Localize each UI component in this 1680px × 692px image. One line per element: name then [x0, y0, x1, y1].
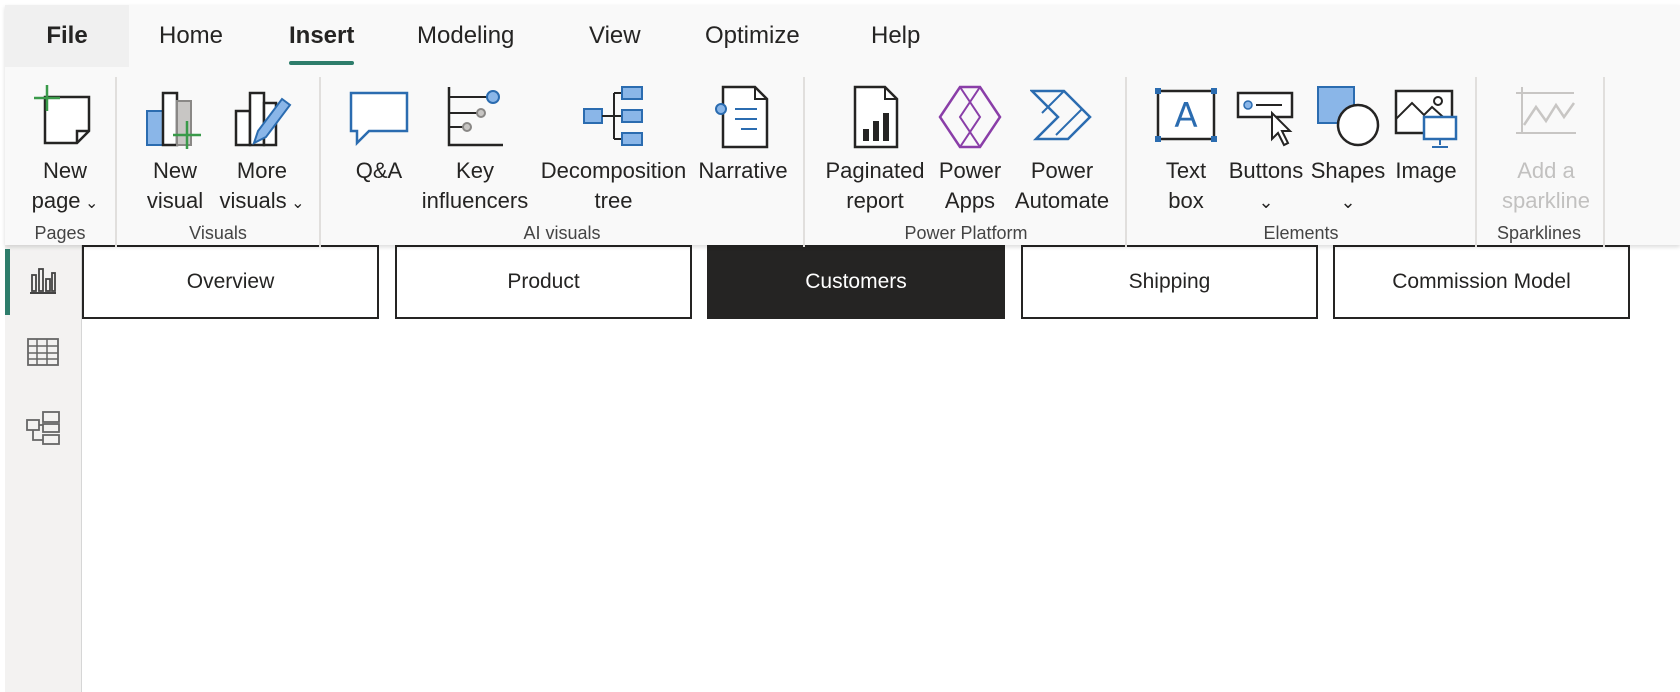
- chevron-down-icon: ⌄: [1258, 192, 1274, 212]
- view-rail: [5, 245, 82, 692]
- page-tab-shipping[interactable]: Shipping: [1021, 245, 1318, 319]
- tab-file[interactable]: File: [5, 5, 129, 67]
- new-visual-label-2: visual: [146, 188, 204, 213]
- power-automate-label-1: Power: [1030, 158, 1094, 183]
- shapes-button[interactable]: Shapes ⌄: [1308, 81, 1388, 221]
- new-page-label-1: New: [42, 158, 87, 183]
- decomposition-tree-label-2: tree: [594, 188, 633, 213]
- image-label: Image: [1395, 158, 1457, 183]
- report-view-button[interactable]: [5, 245, 81, 315]
- text-box-button[interactable]: A Text box: [1146, 81, 1226, 221]
- more-visuals-button[interactable]: More visuals ⌄: [212, 81, 312, 221]
- tab-modeling[interactable]: Modeling: [417, 5, 514, 67]
- group-label-visuals: Visuals: [189, 223, 247, 243]
- image-icon: [1394, 89, 1458, 148]
- add-sparkline-label-1: Add a: [1517, 158, 1575, 183]
- power-automate-button[interactable]: Power Automate: [1010, 81, 1114, 221]
- page-tab-customers[interactable]: Customers: [707, 245, 1005, 319]
- page-tab-commission-model[interactable]: Commission Model: [1333, 245, 1630, 319]
- group-label-elements: Elements: [1263, 223, 1339, 243]
- group-divider: [115, 77, 117, 247]
- power-apps-label-1: Power: [938, 158, 1002, 183]
- decomposition-tree-label-1: Decomposition: [540, 158, 687, 183]
- qa-label: Q&A: [355, 158, 403, 183]
- group-label-pages: Pages: [34, 223, 86, 243]
- paginated-report-label-1: Paginated: [825, 158, 925, 183]
- key-influencers-icon: [447, 87, 503, 147]
- decomposition-tree-button[interactable]: Decomposition tree: [535, 81, 692, 221]
- text-box-label-1: Text: [1165, 158, 1207, 183]
- new-page-button[interactable]: New page ⌄: [15, 81, 115, 221]
- shapes-icon: [1317, 86, 1380, 147]
- group-divider: [803, 77, 805, 247]
- decomposition-tree-icon: [582, 86, 643, 146]
- tab-home[interactable]: Home: [159, 5, 223, 67]
- chevron-down-icon: ⌄: [1340, 192, 1356, 212]
- page-tab-overview[interactable]: Overview: [82, 245, 379, 319]
- power-apps-label-2: Apps: [944, 188, 996, 213]
- new-page-icon: [34, 85, 91, 145]
- power-automate-icon: [1030, 89, 1092, 141]
- chevron-down-icon: ⌄: [286, 195, 305, 212]
- key-influencers-button[interactable]: Key influencers: [415, 81, 535, 221]
- buttons-button[interactable]: Buttons ⌄: [1225, 81, 1307, 221]
- power-apps-icon: [938, 85, 1002, 149]
- qa-button[interactable]: Q&A: [339, 81, 419, 221]
- more-visuals-label-2: visuals: [219, 188, 287, 213]
- narrative-icon: [715, 85, 769, 149]
- shapes-label: Shapes: [1310, 158, 1386, 183]
- add-sparkline-button[interactable]: Add a sparkline: [1491, 81, 1601, 221]
- group-divider: [319, 77, 321, 247]
- ribbon-tab-bar: File Home Insert Modeling View Optimize …: [5, 5, 1680, 67]
- new-visual-label-1: New: [152, 158, 197, 183]
- paginated-report-label-2: report: [846, 188, 904, 213]
- group-label-sparklines: Sparklines: [1496, 223, 1582, 243]
- table-icon: [27, 338, 59, 366]
- group-label-power-platform: Power Platform: [904, 223, 1028, 243]
- tab-optimize[interactable]: Optimize: [705, 5, 800, 67]
- data-view-button[interactable]: [5, 317, 81, 387]
- add-sparkline-label-2: sparkline: [1501, 188, 1591, 213]
- ribbon: File Home Insert Modeling View Optimize …: [5, 5, 1680, 247]
- group-divider: [1125, 77, 1127, 247]
- tab-help[interactable]: Help: [871, 5, 920, 67]
- group-label-ai-visuals: AI visuals: [523, 223, 601, 243]
- image-button[interactable]: Image: [1386, 81, 1466, 221]
- paginated-report-icon: [853, 85, 899, 149]
- buttons-icon: [1236, 91, 1294, 147]
- more-visuals-icon: [234, 91, 292, 147]
- buttons-label: Buttons: [1228, 158, 1304, 183]
- page-tab-product[interactable]: Product: [395, 245, 692, 319]
- narrative-button[interactable]: Narrative: [693, 81, 793, 221]
- new-visual-icon: [146, 91, 201, 149]
- tab-insert[interactable]: Insert: [289, 5, 355, 67]
- text-box-label-2: box: [1168, 188, 1204, 213]
- chevron-down-icon: ⌄: [80, 195, 99, 212]
- svg-text:A: A: [1174, 96, 1197, 136]
- sparkline-icon: [1516, 87, 1576, 134]
- narrative-label: Narrative: [698, 158, 788, 183]
- new-page-label-2: page: [31, 188, 81, 213]
- tab-view[interactable]: View: [589, 5, 641, 67]
- power-apps-button[interactable]: Power Apps: [930, 81, 1010, 221]
- key-influencers-label-2: influencers: [421, 188, 529, 213]
- paginated-report-button[interactable]: Paginated report: [820, 81, 930, 221]
- model-diagram-icon: [26, 411, 60, 445]
- bar-chart-icon: [30, 268, 56, 294]
- power-automate-label-2: Automate: [1014, 188, 1110, 213]
- report-canvas[interactable]: [82, 320, 1680, 692]
- text-box-icon: A: [1155, 88, 1217, 142]
- more-visuals-label-1: More: [236, 158, 288, 183]
- group-divider: [1603, 77, 1605, 247]
- qa-icon: [349, 91, 409, 147]
- new-visual-button[interactable]: New visual: [135, 81, 215, 221]
- group-divider: [1475, 77, 1477, 247]
- model-view-button[interactable]: [5, 393, 81, 463]
- key-influencers-label-1: Key: [456, 158, 494, 183]
